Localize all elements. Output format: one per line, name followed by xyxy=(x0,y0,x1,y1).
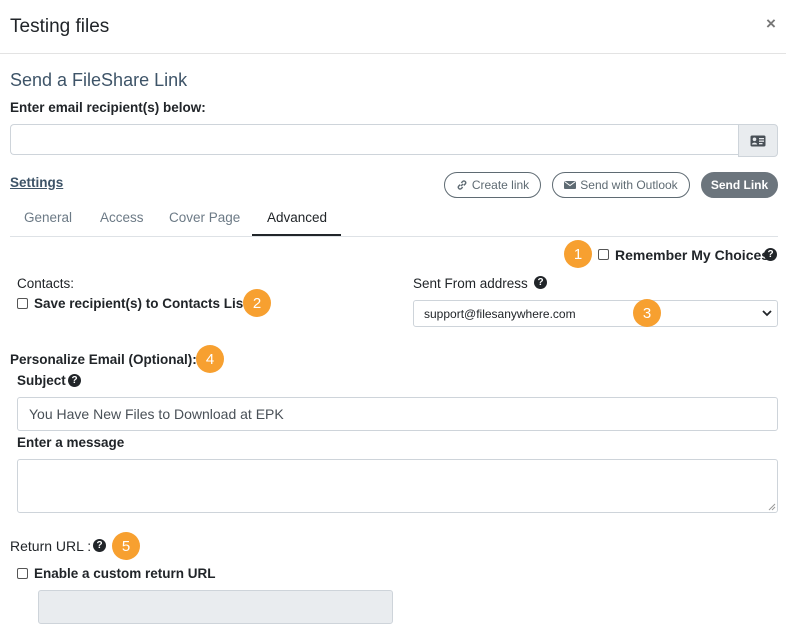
send-link-button[interactable]: Send Link xyxy=(701,172,778,198)
tab-general[interactable]: General xyxy=(24,210,72,225)
save-contacts-label: Save recipient(s) to Contacts List xyxy=(34,296,248,311)
callout-badge-3: 3 xyxy=(633,299,661,327)
dialog-title: Testing files xyxy=(10,16,110,37)
tab-advanced[interactable]: Advanced xyxy=(267,210,327,225)
message-label: Enter a message xyxy=(17,435,125,450)
question-circle-icon[interactable]: ? xyxy=(68,374,81,387)
active-tab-indicator xyxy=(252,234,341,236)
tabs-divider xyxy=(10,236,778,237)
return-url-input xyxy=(38,590,393,624)
header-divider xyxy=(0,53,786,54)
callout-badge-4: 4 xyxy=(196,345,224,373)
personalize-label: Personalize Email (Optional): xyxy=(10,352,197,367)
return-url-label: Return URL : xyxy=(10,538,92,554)
callout-badge-2: 2 xyxy=(243,289,271,317)
question-circle-icon[interactable]: ? xyxy=(93,539,106,552)
contacts-label: Contacts: xyxy=(17,276,75,291)
question-circle-icon[interactable]: ? xyxy=(534,276,547,289)
section-title: Send a FileShare Link xyxy=(10,70,188,90)
save-contacts-checkbox[interactable] xyxy=(17,298,28,309)
question-circle-icon[interactable]: ? xyxy=(764,248,777,261)
callout-badge-5: 5 xyxy=(112,532,140,560)
create-link-button[interactable]: Create link xyxy=(444,172,541,198)
contact-card-button[interactable] xyxy=(738,124,778,157)
enable-return-url-checkbox[interactable] xyxy=(17,568,28,579)
resize-handle-icon[interactable] xyxy=(768,503,776,511)
recipients-label: Enter email recipient(s) below: xyxy=(10,100,206,115)
envelope-icon xyxy=(564,181,577,189)
sent-from-value: support@filesanywhere.com xyxy=(424,306,576,321)
subject-input[interactable]: You Have New Files to Download at EPK xyxy=(17,397,778,431)
recipients-input[interactable] xyxy=(10,124,738,155)
callout-badge-1: 1 xyxy=(564,240,592,268)
send-outlook-button[interactable]: Send with Outlook xyxy=(552,172,690,198)
tab-cover-page[interactable]: Cover Page xyxy=(169,210,240,225)
sent-from-label: Sent From address xyxy=(413,276,528,291)
create-link-label: Create link xyxy=(471,178,530,192)
message-textarea[interactable] xyxy=(17,459,778,513)
remember-choices-checkbox[interactable] xyxy=(598,249,609,260)
chevron-down-icon xyxy=(762,310,772,317)
sent-from-select[interactable]: support@filesanywhere.com xyxy=(413,300,778,327)
tab-access[interactable]: Access xyxy=(100,210,144,225)
enable-return-url-label: Enable a custom return URL xyxy=(34,566,216,581)
settings-link[interactable]: Settings xyxy=(10,175,63,190)
contact-card-icon xyxy=(750,135,766,146)
remember-choices-label: Remember My Choices xyxy=(615,247,770,263)
subject-label: Subject xyxy=(17,373,66,388)
link-icon xyxy=(457,180,467,190)
close-icon[interactable]: × xyxy=(766,14,776,34)
send-outlook-label: Send with Outlook xyxy=(580,178,678,192)
